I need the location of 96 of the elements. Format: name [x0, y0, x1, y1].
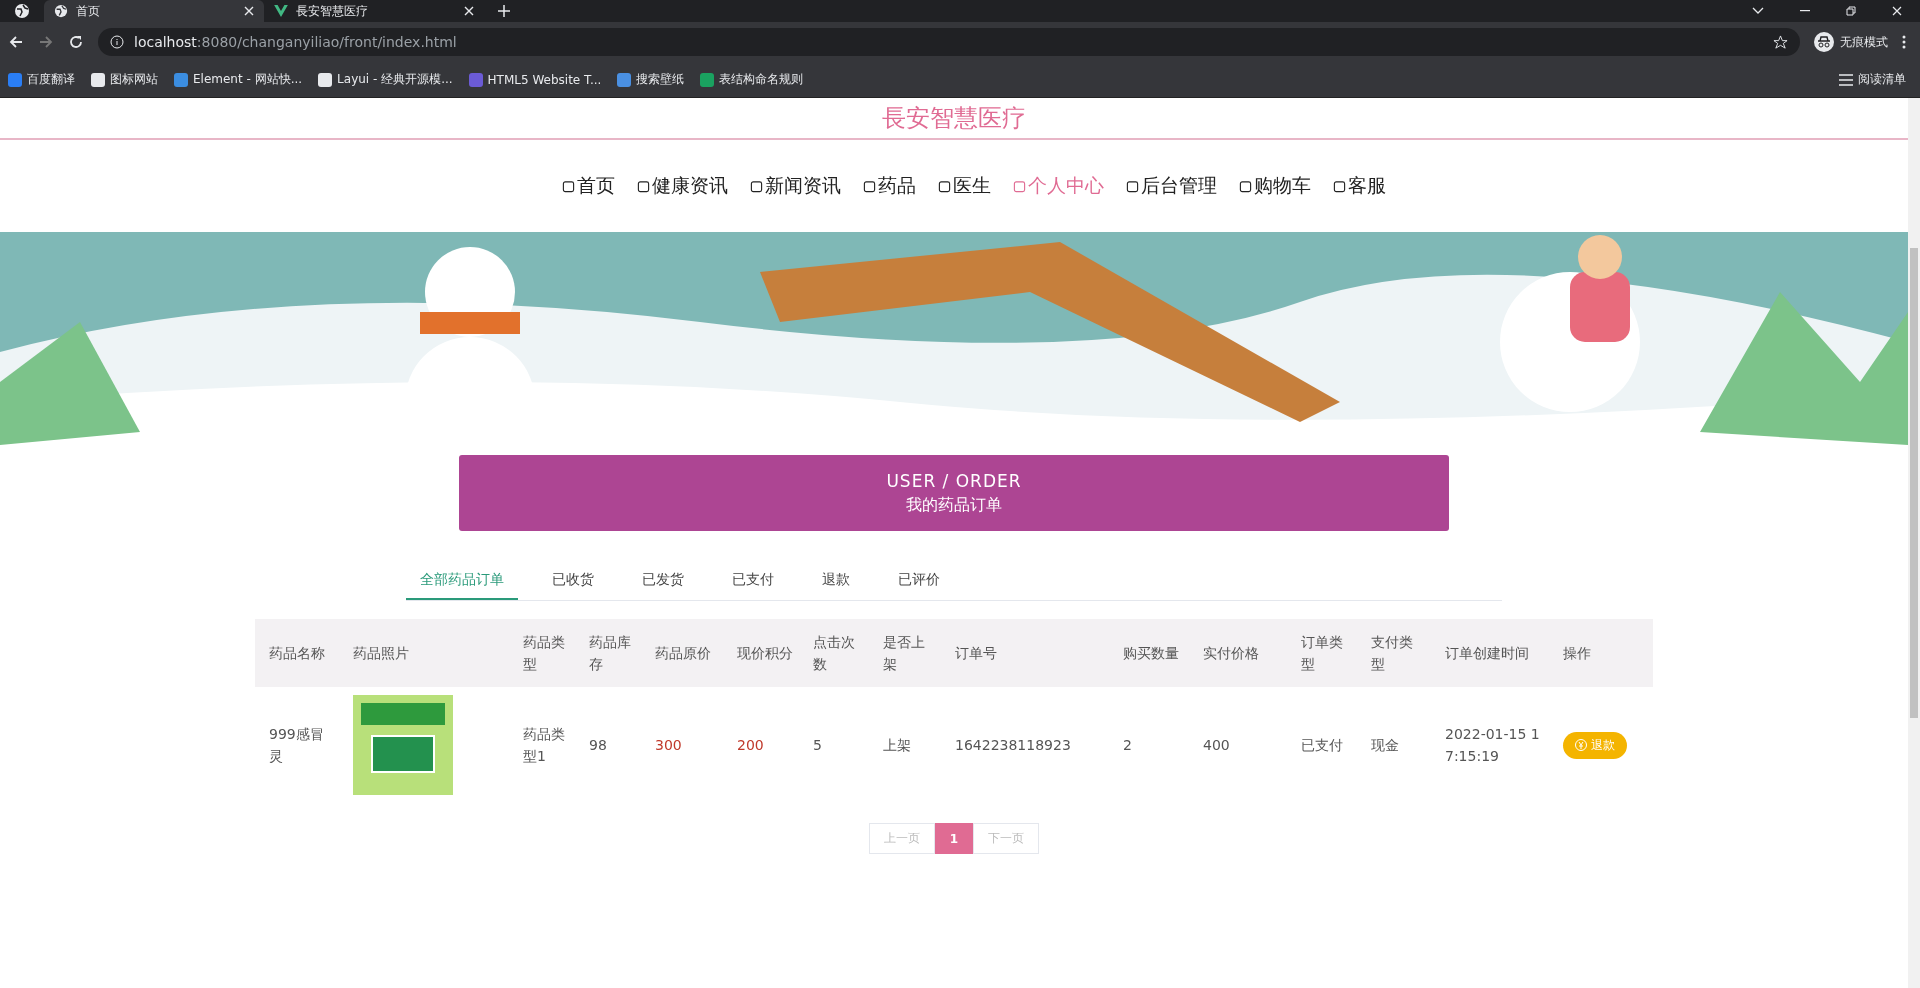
table-cell: 现金	[1357, 687, 1431, 803]
bookmark[interactable]: 百度翻译	[8, 71, 75, 88]
column-header: 订单号	[941, 619, 1109, 687]
close-window-icon[interactable]	[1892, 6, 1902, 16]
bookmark-icon	[617, 72, 632, 87]
url-text: localhost:8080/changanyiliao/front/index.html	[134, 34, 457, 50]
order-tab[interactable]: 退款	[808, 561, 864, 600]
close-icon[interactable]	[244, 6, 254, 16]
table-cell: 已支付	[1287, 687, 1357, 803]
column-header: 操作	[1549, 619, 1653, 687]
bookmark[interactable]: 表结构命名规则	[700, 71, 804, 88]
column-header: 点击次数	[799, 619, 869, 687]
banner-subtitle: 我的药品订单	[906, 494, 1002, 516]
bookmark[interactable]: 搜索壁纸	[617, 71, 685, 88]
nav-link[interactable]: 医生	[938, 173, 991, 199]
nav-icon	[1333, 179, 1346, 193]
forward-icon[interactable]	[38, 34, 54, 50]
bookmark-icon	[8, 72, 22, 87]
menu-icon[interactable]	[1902, 35, 1906, 49]
scrollbar[interactable]	[1908, 98, 1920, 988]
nav-link[interactable]: 药品	[863, 173, 916, 199]
order-tab[interactable]: 已发货	[628, 561, 698, 600]
new-tab-icon[interactable]	[498, 5, 510, 17]
yen-icon	[1575, 739, 1587, 751]
chevron-icon[interactable]	[1752, 7, 1764, 15]
nav-link[interactable]: 新闻资讯	[750, 173, 841, 199]
star-icon[interactable]	[1773, 34, 1788, 50]
column-header: 药品名称	[255, 619, 339, 687]
column-header: 支付类型	[1357, 619, 1431, 687]
column-header: 订单创建时间	[1431, 619, 1549, 687]
nav-link[interactable]: 客服	[1333, 173, 1386, 199]
globe-icon	[54, 4, 68, 18]
nav-icon	[1013, 179, 1026, 193]
tab-title: 長安智慧医疗	[296, 2, 369, 20]
table-cell: 98	[575, 687, 641, 803]
nav-icon	[750, 179, 763, 193]
table-cell: 200	[723, 687, 799, 803]
column-header: 药品原价	[641, 619, 723, 687]
banner-title: USER / ORDER	[886, 470, 1022, 491]
nav-icon	[863, 179, 876, 193]
order-tab[interactable]: 已评价	[884, 561, 954, 600]
bookmark-icon	[91, 72, 105, 87]
info-icon	[110, 35, 124, 49]
bookmark-icon	[468, 72, 483, 87]
bookmark-icon	[318, 72, 333, 87]
bookmark[interactable]: HTML5 Website T...	[468, 72, 602, 87]
column-header: 是否上架	[869, 619, 941, 687]
incognito-icon	[1814, 32, 1834, 52]
nav-icon	[938, 179, 951, 193]
order-tab[interactable]: 已收货	[538, 561, 608, 600]
bookmark[interactable]: Layui - 经典开源模...	[318, 71, 453, 88]
nav-icon	[637, 179, 650, 193]
column-header: 药品类型	[509, 619, 575, 687]
nav-icon	[1126, 179, 1139, 193]
nav-link[interactable]: 健康资讯	[637, 173, 728, 199]
column-header: 购买数量	[1109, 619, 1189, 687]
tab-title: 首页	[76, 2, 101, 20]
table-cell: 999感冒灵	[255, 687, 339, 803]
nav-link[interactable]: 购物车	[1239, 173, 1311, 199]
bookmark[interactable]: Element - 网站快...	[174, 71, 303, 88]
list-icon	[1839, 73, 1853, 86]
browser-tab[interactable]: 首页	[44, 0, 264, 22]
column-header: 实付价格	[1189, 619, 1287, 687]
bookmark-icon	[174, 72, 188, 87]
globe-icon[interactable]	[14, 3, 30, 19]
table-cell: 400	[1189, 687, 1287, 803]
minimize-icon[interactable]	[1800, 10, 1810, 12]
reload-icon[interactable]	[68, 34, 84, 50]
nav-link[interactable]: 首页	[562, 173, 615, 199]
browser-tab[interactable]: 長安智慧医疗	[264, 0, 484, 22]
bookmark[interactable]: 图标网站	[91, 71, 158, 88]
nav-icon	[562, 179, 575, 193]
table-cell: 1642238118923	[941, 687, 1109, 803]
site-title: 長安智慧医疗	[0, 98, 1908, 140]
nav-link[interactable]: 后台管理	[1126, 173, 1217, 199]
address-bar[interactable]: localhost:8080/changanyiliao/front/index.html	[98, 28, 1800, 56]
column-header: 订单类型	[1287, 619, 1357, 687]
reading-list[interactable]: 阅读清单	[1839, 71, 1906, 88]
v-logo-icon	[274, 5, 288, 17]
table-cell: 上架	[869, 687, 941, 803]
back-icon[interactable]	[8, 34, 24, 50]
nav-icon	[1239, 179, 1252, 193]
incognito-badge[interactable]: 无痕模式	[1814, 32, 1888, 52]
order-tab[interactable]: 全部药品订单	[406, 561, 518, 600]
table-cell: 2	[1109, 687, 1189, 803]
close-icon[interactable]	[464, 6, 474, 16]
table-cell: 2022-01-15 17:15:19	[1431, 687, 1549, 803]
bookmark-icon	[700, 72, 715, 87]
table-cell: 药品类型1	[509, 687, 575, 803]
restore-icon[interactable]	[1846, 6, 1856, 16]
column-header: 现价积分	[723, 619, 799, 687]
column-header: 药品库存	[575, 619, 641, 687]
table-cell: 5	[799, 687, 869, 803]
table-cell: 300	[641, 687, 723, 803]
order-tab[interactable]: 已支付	[718, 561, 788, 600]
column-header: 药品照片	[339, 619, 509, 687]
